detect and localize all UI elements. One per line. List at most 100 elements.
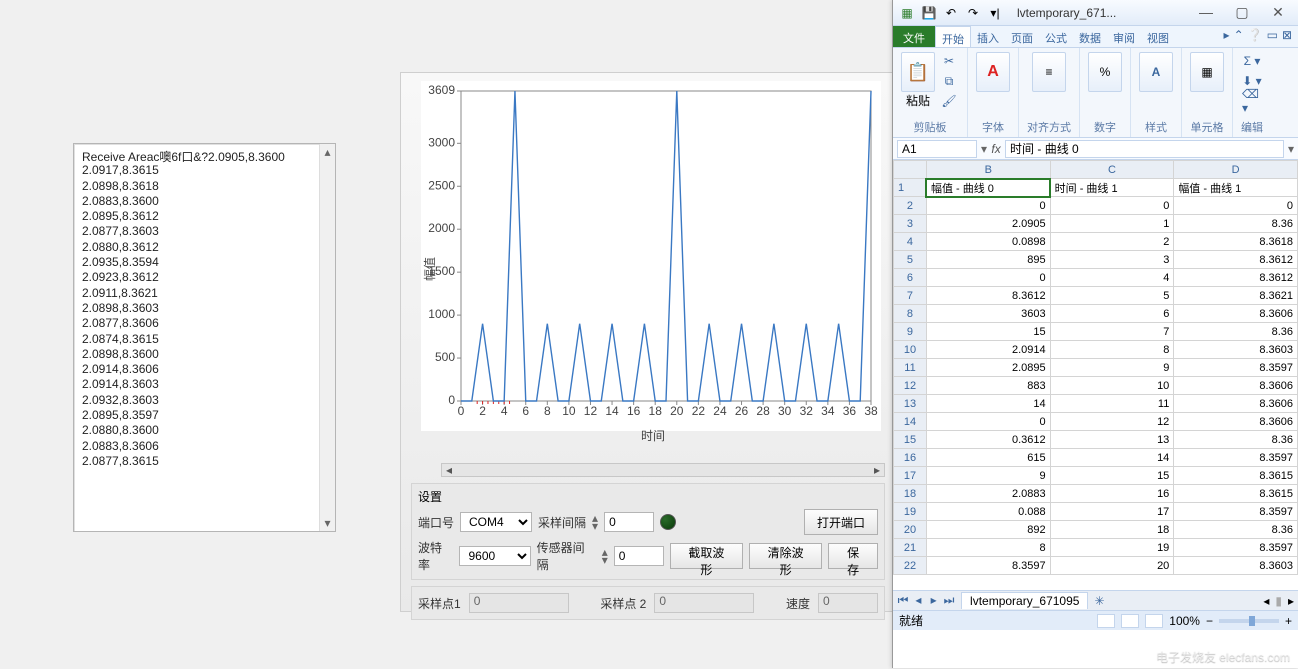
cell[interactable]: 8.3606 [1174, 413, 1298, 431]
normal-view-icon[interactable] [1097, 614, 1115, 628]
cell[interactable]: 8.36 [1174, 431, 1298, 449]
chart-h-scrollbar[interactable]: ◂ ▸ [441, 463, 885, 477]
cell[interactable]: 20 [1050, 557, 1174, 575]
cell[interactable]: 0.0898 [926, 233, 1050, 251]
cell[interactable]: 5 [1050, 287, 1174, 305]
row-header[interactable]: 7 [894, 287, 927, 305]
cell[interactable]: 幅值 - 曲线 1 [1174, 179, 1298, 197]
align-button[interactable]: ≡ [1032, 52, 1066, 92]
ribbon-tab-5[interactable]: 数据 [1073, 26, 1107, 47]
cell[interactable]: 8.3603 [1174, 341, 1298, 359]
sensor-interval-input[interactable] [614, 546, 664, 566]
page-break-view-icon[interactable] [1145, 614, 1163, 628]
tab-scroll-right-icon[interactable]: ▸ [1288, 594, 1294, 608]
cell[interactable]: 17 [1050, 503, 1174, 521]
minimize-icon[interactable]: — [1192, 4, 1220, 21]
receive-scrollbar[interactable]: ▴ ▾ [319, 144, 335, 531]
sheet-prev-icon[interactable]: ◂ [912, 593, 924, 607]
cell[interactable]: 8.3606 [1174, 377, 1298, 395]
cell[interactable]: 0 [926, 269, 1050, 287]
cell[interactable]: 8.36 [1174, 521, 1298, 539]
cell[interactable]: 2.0895 [926, 359, 1050, 377]
help-icon[interactable]: ❔ [1248, 28, 1263, 47]
cut-icon[interactable]: ✂ [939, 52, 959, 70]
cell[interactable]: 0 [1050, 197, 1174, 215]
window-close-inner-icon[interactable]: ⊠ [1282, 28, 1292, 47]
cell[interactable]: 8.3621 [1174, 287, 1298, 305]
row-header[interactable]: 6 [894, 269, 927, 287]
col-header[interactable] [894, 161, 927, 179]
scroll-left-icon[interactable]: ◂ [442, 464, 456, 476]
open-port-button[interactable]: 打开端口 [804, 509, 878, 535]
cell[interactable]: 8 [1050, 341, 1174, 359]
zoom-out-icon[interactable]: − [1206, 614, 1213, 628]
sheet-nav-arrows[interactable]: ⏮ ◂ ▸ ⏭ [897, 593, 955, 608]
cell[interactable]: 8.3612 [1174, 269, 1298, 287]
cell[interactable]: 18 [1050, 521, 1174, 539]
cell[interactable]: 3 [1050, 251, 1174, 269]
row-header[interactable]: 17 [894, 467, 927, 485]
spin-icon[interactable]: ▴▾ [602, 548, 608, 564]
ribbon-tab-4[interactable]: 公式 [1039, 26, 1073, 47]
cell[interactable]: 8.36 [1174, 215, 1298, 233]
cell[interactable]: 895 [926, 251, 1050, 269]
save-button[interactable]: 保存 [828, 543, 878, 569]
cell[interactable]: 0 [926, 413, 1050, 431]
cell[interactable]: 8.3597 [926, 557, 1050, 575]
copy-icon[interactable]: ⧉ [939, 72, 959, 90]
scroll-up-icon[interactable]: ▴ [320, 144, 335, 160]
cell[interactable]: 6 [1050, 305, 1174, 323]
cell[interactable]: 16 [1050, 485, 1174, 503]
page-layout-view-icon[interactable] [1121, 614, 1139, 628]
font-button[interactable]: A [976, 52, 1010, 92]
cell[interactable]: 0 [1174, 197, 1298, 215]
undo-icon[interactable]: ↶ [943, 5, 959, 21]
number-button[interactable]: % [1088, 52, 1122, 92]
cell[interactable]: 12 [1050, 413, 1174, 431]
clear-icon[interactable]: ⌫ ▾ [1242, 92, 1262, 110]
row-header[interactable]: 5 [894, 251, 927, 269]
maximize-icon[interactable]: ▢ [1228, 4, 1256, 21]
col-header[interactable]: B [926, 161, 1050, 179]
formula-expand-icon[interactable]: ▾ [1288, 142, 1294, 156]
cell[interactable]: 3603 [926, 305, 1050, 323]
cell[interactable]: 8.3606 [1174, 305, 1298, 323]
cell[interactable]: 8.3597 [1174, 539, 1298, 557]
row-header[interactable]: 22 [894, 557, 927, 575]
spin-icon[interactable]: ▴▾ [592, 514, 598, 530]
paste-button[interactable]: 📋 [901, 52, 935, 92]
cell[interactable]: 14 [926, 395, 1050, 413]
ribbon-tab-2[interactable]: 插入 [971, 26, 1005, 47]
row-header[interactable]: 20 [894, 521, 927, 539]
tab-scroll-left-icon[interactable]: ◂ [1263, 594, 1269, 608]
col-header[interactable]: D [1174, 161, 1298, 179]
ribbon-tab-0[interactable]: 文件 [893, 26, 935, 47]
scroll-right-icon[interactable]: ▸ [870, 464, 884, 476]
cell[interactable]: 8.3618 [1174, 233, 1298, 251]
cell[interactable]: 幅值 - 曲线 0 [926, 179, 1050, 197]
col-header[interactable]: C [1050, 161, 1174, 179]
sample-interval-input[interactable] [604, 512, 654, 532]
row-header[interactable]: 8 [894, 305, 927, 323]
cell[interactable]: 15 [1050, 467, 1174, 485]
row-header[interactable]: 1 [894, 179, 927, 197]
row-header[interactable]: 21 [894, 539, 927, 557]
spreadsheet-table[interactable]: BCD1幅值 - 曲线 0时间 - 曲线 1幅值 - 曲线 1200032.09… [893, 160, 1298, 575]
fx-icon[interactable]: fx [987, 142, 1005, 156]
cell[interactable]: 时间 - 曲线 1 [1050, 179, 1174, 197]
sheet-first-icon[interactable]: ⏮ [897, 593, 909, 608]
cell[interactable]: 8 [926, 539, 1050, 557]
scroll-down-icon[interactable]: ▾ [320, 515, 335, 531]
cell[interactable]: 14 [1050, 449, 1174, 467]
sheet-area[interactable]: BCD1幅值 - 曲线 0时间 - 曲线 1幅值 - 曲线 1200032.09… [893, 160, 1298, 590]
cell[interactable]: 8.3603 [1174, 557, 1298, 575]
row-header[interactable]: 18 [894, 485, 927, 503]
cell[interactable]: 0.088 [926, 503, 1050, 521]
minimize-ribbon-icon[interactable]: ⌃ [1234, 28, 1244, 47]
row-header[interactable]: 14 [894, 413, 927, 431]
sheet-tab-active[interactable]: lvtemporary_671095 [961, 592, 1088, 609]
cell[interactable]: 0 [926, 197, 1050, 215]
cell[interactable]: 10 [1050, 377, 1174, 395]
cell[interactable]: 8.3597 [1174, 359, 1298, 377]
cell[interactable]: 19 [1050, 539, 1174, 557]
